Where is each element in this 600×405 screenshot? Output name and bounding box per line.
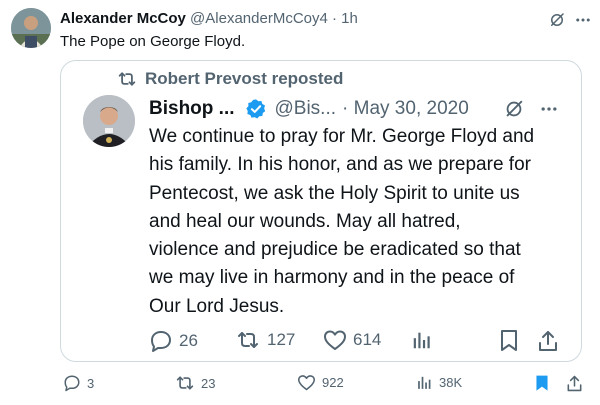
quote-repost-button[interactable]: 127 — [235, 329, 295, 351]
views-button[interactable]: 38K — [416, 374, 462, 391]
quote-text-line: we may live in harmony and in the peace … — [149, 267, 515, 289]
quote-text-line: and heal our wounds. May all hatred, — [149, 210, 461, 232]
share-button[interactable] — [566, 374, 583, 393]
quote-views-button[interactable] — [411, 329, 433, 351]
views-icon — [411, 329, 433, 351]
like-count: 922 — [322, 375, 344, 390]
views-icon — [416, 374, 433, 391]
reply-button[interactable]: 3 — [63, 374, 94, 392]
repost-icon — [117, 70, 137, 88]
tweet-header: Alexander McCoy @AlexanderMcCoy4 · 1h — [60, 10, 592, 30]
like-icon — [323, 329, 347, 351]
grok-icon[interactable] — [548, 11, 566, 29]
quote-share-button[interactable] — [537, 329, 559, 353]
quote-reply-button[interactable]: 26 — [149, 329, 198, 353]
repost-icon — [235, 329, 261, 351]
quote-header: Bishop ... @Bis... · May 30, 2020 — [149, 95, 559, 123]
tweet-text: The Pope on George Floyd. — [60, 33, 246, 50]
quote-text-line: his family. In his honor, and as we prep… — [149, 154, 531, 176]
bookmark-icon — [534, 374, 550, 393]
quote-text-line: We continue to pray for Mr. George Floyd… — [149, 126, 535, 147]
quote-like-button[interactable]: 614 — [323, 329, 381, 351]
reply-icon — [149, 329, 173, 353]
quote-author-avatar[interactable] — [83, 95, 135, 147]
reposted-by-text[interactable]: Robert Prevost reposted — [145, 69, 343, 89]
share-icon — [566, 374, 583, 393]
quote-bookmark-button[interactable] — [499, 329, 519, 353]
quote-reply-count: 26 — [179, 331, 198, 350]
repost-icon — [175, 374, 195, 392]
quote-author-handle[interactable]: @Bis... — [275, 98, 337, 120]
reply-icon — [63, 374, 81, 392]
like-button[interactable]: 922 — [297, 374, 344, 391]
tweet-action-bar: 3 23 922 38K — [60, 374, 590, 396]
quote-text-line: Our Lord Jesus. — [149, 295, 285, 317]
quote-text: We continue to pray for Mr. George Floyd… — [149, 123, 569, 321]
share-icon — [537, 329, 559, 353]
bookmark-icon — [499, 329, 519, 353]
author-handle[interactable]: @AlexanderMcCoy4 — [190, 10, 328, 27]
quote-like-count: 614 — [353, 330, 382, 349]
repost-count: 23 — [201, 375, 216, 391]
author-name[interactable]: Alexander McCoy — [60, 10, 186, 27]
like-icon — [297, 374, 316, 391]
grok-icon[interactable] — [503, 98, 525, 120]
more-icon[interactable] — [539, 99, 559, 119]
reply-count: 3 — [87, 375, 95, 391]
author-avatar[interactable] — [11, 8, 51, 48]
bookmark-button[interactable] — [534, 374, 550, 393]
more-icon[interactable] — [574, 11, 592, 29]
repost-button[interactable]: 23 — [175, 374, 215, 392]
repost-indicator: Robert Prevost reposted — [117, 69, 343, 89]
quote-text-line: Pentecost, we ask the Holy Spirit to uni… — [149, 182, 520, 204]
tweet-time[interactable]: · 1h — [332, 10, 358, 27]
quote-date[interactable]: · May 30, 2020 — [342, 98, 469, 120]
quote-repost-count: 127 — [267, 330, 296, 349]
quote-author-name[interactable]: Bishop ... — [149, 98, 235, 120]
quote-text-line: violence and prejudice be eradicated so … — [149, 239, 521, 261]
quote-action-bar: 26 127 614 — [149, 329, 559, 355]
verified-badge-icon — [245, 98, 267, 120]
quote-card[interactable]: Robert Prevost reposted Bishop ... @Bis.… — [60, 60, 582, 362]
views-count: 38K — [439, 375, 463, 390]
